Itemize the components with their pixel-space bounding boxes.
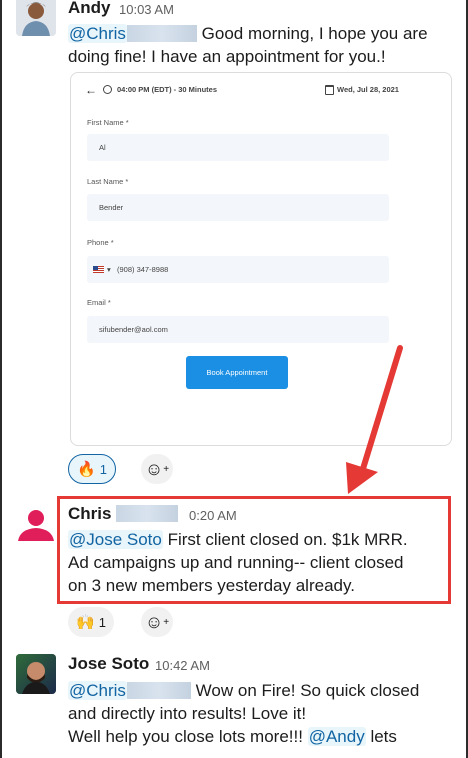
- back-arrow-icon[interactable]: ←: [85, 83, 97, 97]
- message-text: Good morning, I hope you are: [201, 24, 428, 43]
- first-name-label: First Name *: [87, 118, 129, 127]
- reaction-count: 1: [98, 614, 106, 630]
- appointment-form-card: ← 04:00 PM (EDT) - 30 Minutes Wed, Jul 2…: [70, 72, 452, 446]
- message-timestamp[interactable]: 10:03 AM: [119, 2, 174, 17]
- phone-field[interactable]: ▾ (908) 347-8988: [87, 256, 389, 283]
- fire-emoji-icon: 🔥: [77, 461, 96, 478]
- redacted-name: [126, 682, 191, 699]
- us-flag-icon[interactable]: [93, 266, 104, 273]
- email-label: Email *: [87, 298, 111, 307]
- user-mention[interactable]: @Chris: [68, 681, 127, 700]
- reaction-raised-hands[interactable]: 🙌 1: [68, 607, 114, 637]
- calendar-icon: [325, 85, 334, 95]
- last-name-label: Last Name *: [87, 177, 129, 186]
- annotation-highlight-box: [57, 496, 451, 604]
- message-text: Well help you close lots more!!!: [68, 727, 303, 746]
- redacted-name: [126, 25, 197, 42]
- message-text: doing fine! I have an appointment for yo…: [68, 47, 386, 66]
- form-header: ← 04:00 PM (EDT) - 30 Minutes Wed, Jul 2…: [85, 83, 437, 99]
- avatar-chris[interactable]: [16, 505, 56, 545]
- user-mention[interactable]: @Chris: [68, 24, 127, 43]
- appointment-date: Wed, Jul 28, 2021: [337, 85, 399, 94]
- appointment-time: 04:00 PM (EDT) - 30 Minutes: [117, 85, 218, 94]
- user-mention[interactable]: @Andy: [307, 727, 366, 746]
- phone-label: Phone *: [87, 238, 114, 247]
- message-body: @Chris Good morning, I hope you are doin…: [68, 22, 448, 68]
- add-reaction-icon[interactable]: ☺ +: [141, 607, 173, 637]
- reaction-count: 1: [99, 461, 107, 477]
- email-field[interactable]: sifubender@aol.com: [87, 316, 389, 343]
- phone-country-caret[interactable]: ▾: [107, 265, 111, 274]
- message-text: Wow on Fire! So quick closed: [195, 681, 420, 700]
- message-text: and directly into results! Love it!: [68, 704, 307, 723]
- author-name[interactable]: Jose Soto: [68, 654, 149, 674]
- add-reaction-icon[interactable]: ☺ +: [141, 454, 173, 484]
- window-left-border: [0, 0, 2, 758]
- author-name[interactable]: Andy: [68, 0, 111, 18]
- reaction-fire[interactable]: 🔥 1: [68, 454, 116, 484]
- message-timestamp[interactable]: 10:42 AM: [155, 658, 210, 673]
- book-appointment-button[interactable]: Book Appointment: [186, 356, 288, 389]
- message-text: lets: [370, 727, 397, 746]
- clock-icon: [103, 85, 112, 94]
- avatar-jose-soto[interactable]: [16, 654, 56, 694]
- last-name-field[interactable]: Bender: [87, 194, 389, 221]
- raised-hands-emoji-icon: 🙌: [76, 614, 95, 631]
- message-body: @Chris Wow on Fire! So quick closed and …: [68, 679, 453, 748]
- first-name-field[interactable]: Al: [87, 134, 389, 161]
- avatar-andy[interactable]: [16, 0, 56, 36]
